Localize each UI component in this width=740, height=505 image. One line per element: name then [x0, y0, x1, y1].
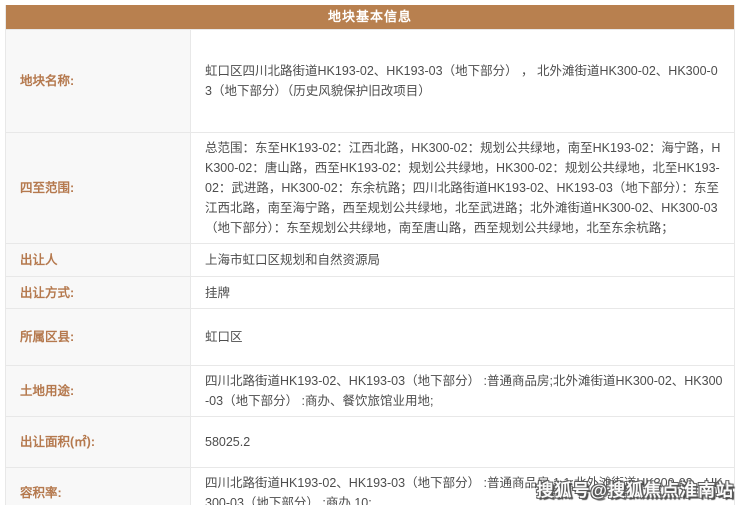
row-label: 四至范围: — [6, 133, 191, 243]
table-row: 出让方式: 挂牌 — [6, 276, 734, 308]
row-value: 58025.2 — [191, 417, 734, 467]
row-label: 地块名称: — [6, 30, 191, 132]
table-row: 出让人 上海市虹口区规划和自然资源局 — [6, 243, 734, 276]
table-row: 所属区县: 虹口区 — [6, 308, 734, 365]
row-label: 出让面积(㎡): — [6, 417, 191, 467]
row-value: 四川北路街道HK193-02、HK193-03（地下部分） :普通商品房;北外滩… — [191, 366, 734, 416]
table-row: 四至范围: 总范围：东至HK193-02：江西北路，HK300-02：规划公共绿… — [6, 132, 734, 243]
row-value: 上海市虹口区规划和自然资源局 — [191, 244, 734, 276]
row-label: 土地用途: — [6, 366, 191, 416]
table-row: 出让面积(㎡): 58025.2 — [6, 416, 734, 467]
row-label: 出让人 — [6, 244, 191, 276]
row-value: 总范围：东至HK193-02：江西北路，HK300-02：规划公共绿地，南至HK… — [191, 133, 734, 243]
watermark: 搜狐号@搜狐焦点淮南站 — [536, 476, 734, 501]
table-row: 地块名称: 虹口区四川北路街道HK193-02、HK193-03（地下部分） ，… — [6, 29, 734, 132]
row-label: 所属区县: — [6, 309, 191, 365]
land-info-table: 地块基本信息 地块名称: 虹口区四川北路街道HK193-02、HK193-03（… — [5, 5, 735, 505]
table-title: 地块基本信息 — [6, 5, 734, 29]
row-label: 出让方式: — [6, 277, 191, 308]
table-row: 土地用途: 四川北路街道HK193-02、HK193-03（地下部分） :普通商… — [6, 365, 734, 416]
row-label: 容积率: — [6, 468, 191, 505]
row-value: 挂牌 — [191, 277, 734, 308]
page: 地块基本信息 地块名称: 虹口区四川北路街道HK193-02、HK193-03（… — [0, 0, 740, 505]
row-value: 虹口区四川北路街道HK193-02、HK193-03（地下部分） ， 北外滩街道… — [191, 30, 734, 132]
row-value: 虹口区 — [191, 309, 734, 365]
